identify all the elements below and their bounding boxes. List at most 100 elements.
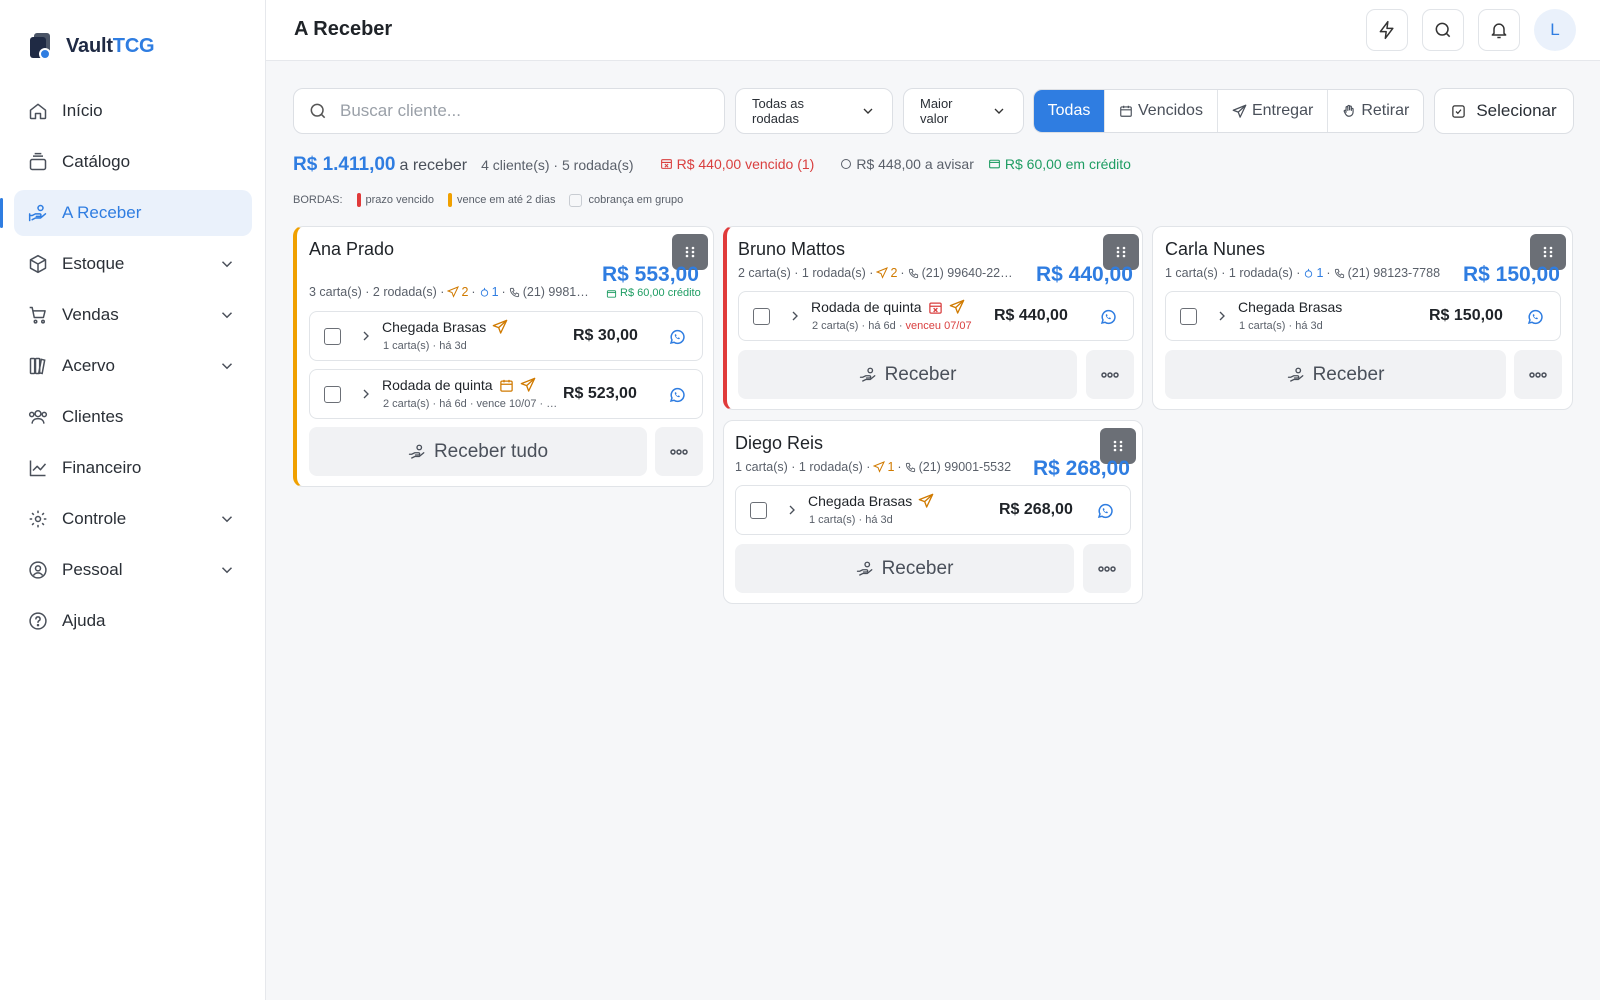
- more-horizontal-icon: [1529, 371, 1547, 378]
- sidebar-item-inicio[interactable]: Início: [14, 88, 252, 134]
- round-checkbox[interactable]: [750, 502, 767, 519]
- sidebar-item-a-receber[interactable]: A Receber: [0, 190, 252, 236]
- round-row[interactable]: Rodada de quinta 2 carta(s) · há 6d · ve…: [309, 369, 703, 419]
- chevron-right-icon[interactable]: [1214, 308, 1230, 324]
- phone-icon: [908, 268, 919, 279]
- send-icon: [873, 461, 886, 473]
- select-button[interactable]: Selecionar: [1434, 88, 1574, 134]
- client-total: R$ 268,00: [1033, 457, 1130, 480]
- summary-counts: 4 cliente(s) · 5 rodada(s): [481, 157, 634, 173]
- sidebar-item-acervo[interactable]: Acervo: [14, 343, 252, 389]
- round-checkbox[interactable]: [324, 386, 341, 403]
- search-button[interactable]: [1422, 9, 1464, 51]
- avatar[interactable]: L: [1534, 9, 1576, 51]
- calendar-x-icon: [660, 157, 673, 170]
- sidebar-item-estoque[interactable]: Estoque: [14, 241, 252, 287]
- chevron-right-icon[interactable]: [784, 502, 800, 518]
- round-row[interactable]: Chegada Brasas 1 carta(s) · há 3d R$ 268…: [735, 485, 1131, 535]
- receive-button[interactable]: Receber: [1165, 350, 1506, 399]
- client-total: R$ 553,00: [602, 263, 699, 286]
- round-row[interactable]: Rodada de quinta 2 carta(s) · há 6d · ve…: [738, 291, 1134, 341]
- whatsapp-icon[interactable]: [1526, 308, 1544, 326]
- status-filter-tabs: Todas Vencidos Entregar Retirar: [1033, 89, 1425, 133]
- more-options-button[interactable]: [1083, 544, 1131, 593]
- receive-button[interactable]: Receber: [738, 350, 1077, 399]
- receive-button[interactable]: Receber: [735, 544, 1074, 593]
- whatsapp-icon[interactable]: [668, 386, 686, 404]
- send-icon: [918, 493, 934, 509]
- chevron-right-icon[interactable]: [358, 328, 374, 344]
- tab-retirar[interactable]: Retirar: [1328, 90, 1423, 132]
- client-card-diego-reis: Diego Reis R$ 268,00 1 carta(s) · 1 roda…: [723, 420, 1143, 604]
- round-name: Rodada de quinta: [811, 299, 965, 315]
- whatsapp-icon[interactable]: [1096, 502, 1114, 520]
- send-icon: [447, 286, 460, 298]
- client-meta: 1 carta(s) · 1 rodada(s) · 1 · (21) 9900…: [735, 460, 1012, 474]
- wallet-icon: [988, 157, 1001, 170]
- calendar-x-icon: [1119, 104, 1133, 118]
- more-horizontal-icon: [1098, 565, 1116, 572]
- more-options-button[interactable]: [1514, 350, 1562, 399]
- more-options-button[interactable]: [1086, 350, 1134, 399]
- round-checkbox[interactable]: [1180, 308, 1197, 325]
- sidebar-item-label: Estoque: [62, 254, 125, 273]
- rounds-filter-dropdown[interactable]: Todas as rodadas: [735, 88, 893, 134]
- sidebar: VaultTCG Início Catálogo A Receber Estoq…: [0, 0, 266, 1000]
- tab-entregar[interactable]: Entregar: [1218, 90, 1329, 132]
- notifications-button[interactable]: [1478, 9, 1520, 51]
- tab-vencidos[interactable]: Vencidos: [1105, 90, 1218, 132]
- summary-credit[interactable]: R$ 60,00 em crédito: [988, 156, 1131, 172]
- deliver-count: 2: [447, 285, 468, 299]
- sidebar-item-catalogo[interactable]: Catálogo: [14, 139, 252, 185]
- sidebar-item-ajuda[interactable]: Ajuda: [14, 598, 252, 644]
- round-amount: R$ 523,00: [563, 385, 637, 402]
- sidebar-item-label: Vendas: [62, 305, 119, 324]
- sidebar-item-pessoal[interactable]: Pessoal: [14, 547, 252, 593]
- round-sub: 1 carta(s) · há 3d: [1239, 320, 1323, 332]
- grip-icon: [1112, 439, 1124, 453]
- phone: (21) 99001-5532: [905, 460, 1011, 474]
- sidebar-item-clientes[interactable]: Clientes: [14, 394, 252, 440]
- round-row[interactable]: Chegada Brasas 1 carta(s) · há 3d R$ 150…: [1165, 291, 1561, 341]
- sidebar-item-label: Ajuda: [62, 611, 106, 630]
- bell-icon: [1489, 20, 1509, 40]
- round-row[interactable]: Chegada Brasas 1 carta(s) · há 3d R$ 30,…: [309, 311, 703, 361]
- round-amount: R$ 268,00: [999, 501, 1073, 518]
- round-amount: R$ 30,00: [573, 327, 638, 344]
- chevron-right-icon[interactable]: [358, 386, 374, 402]
- catalog-icon: [28, 152, 48, 172]
- rounds-filter-value: Todas as rodadas: [752, 96, 805, 126]
- deliver-count: 2: [876, 266, 897, 280]
- sidebar-item-controle[interactable]: Controle: [14, 496, 252, 542]
- summary-overdue[interactable]: R$ 440,00 vencido (1): [660, 156, 814, 172]
- whatsapp-icon[interactable]: [668, 328, 686, 346]
- send-icon: [949, 299, 965, 315]
- round-amount: R$ 150,00: [1429, 307, 1503, 324]
- receive-all-button[interactable]: Receber tudo: [309, 427, 647, 476]
- whatsapp-icon[interactable]: [1099, 308, 1117, 326]
- brand[interactable]: VaultTCG: [28, 32, 155, 60]
- sort-dropdown[interactable]: Maior valor: [903, 88, 1024, 134]
- summary-to-notify[interactable]: R$ 448,00 a avisar: [840, 156, 974, 172]
- client-total: R$ 150,00: [1463, 263, 1560, 286]
- search-input[interactable]: [340, 101, 700, 121]
- hand-coin-icon: [856, 560, 874, 578]
- user-circle-icon: [28, 560, 48, 580]
- client-meta: 2 carta(s) · 1 rodada(s) · 2 · (21) 9964…: [738, 266, 1013, 280]
- search-box[interactable]: [293, 88, 725, 134]
- round-checkbox[interactable]: [753, 308, 770, 325]
- tab-todas[interactable]: Todas: [1034, 90, 1105, 132]
- sidebar-item-financeiro[interactable]: Financeiro: [14, 445, 252, 491]
- help-icon: [28, 611, 48, 631]
- quick-action-button[interactable]: [1366, 9, 1408, 51]
- send-icon: [876, 267, 889, 279]
- sidebar-item-vendas[interactable]: Vendas: [14, 292, 252, 338]
- round-checkbox[interactable]: [324, 328, 341, 345]
- chart-line-icon: [28, 458, 48, 478]
- client-name: Diego Reis: [735, 433, 824, 453]
- chevron-right-icon[interactable]: [787, 308, 803, 324]
- more-options-button[interactable]: [655, 427, 703, 476]
- hand-coin-icon: [1287, 366, 1305, 384]
- phone: (21) 9981…: [509, 285, 589, 299]
- sidebar-item-label: Controle: [62, 509, 127, 528]
